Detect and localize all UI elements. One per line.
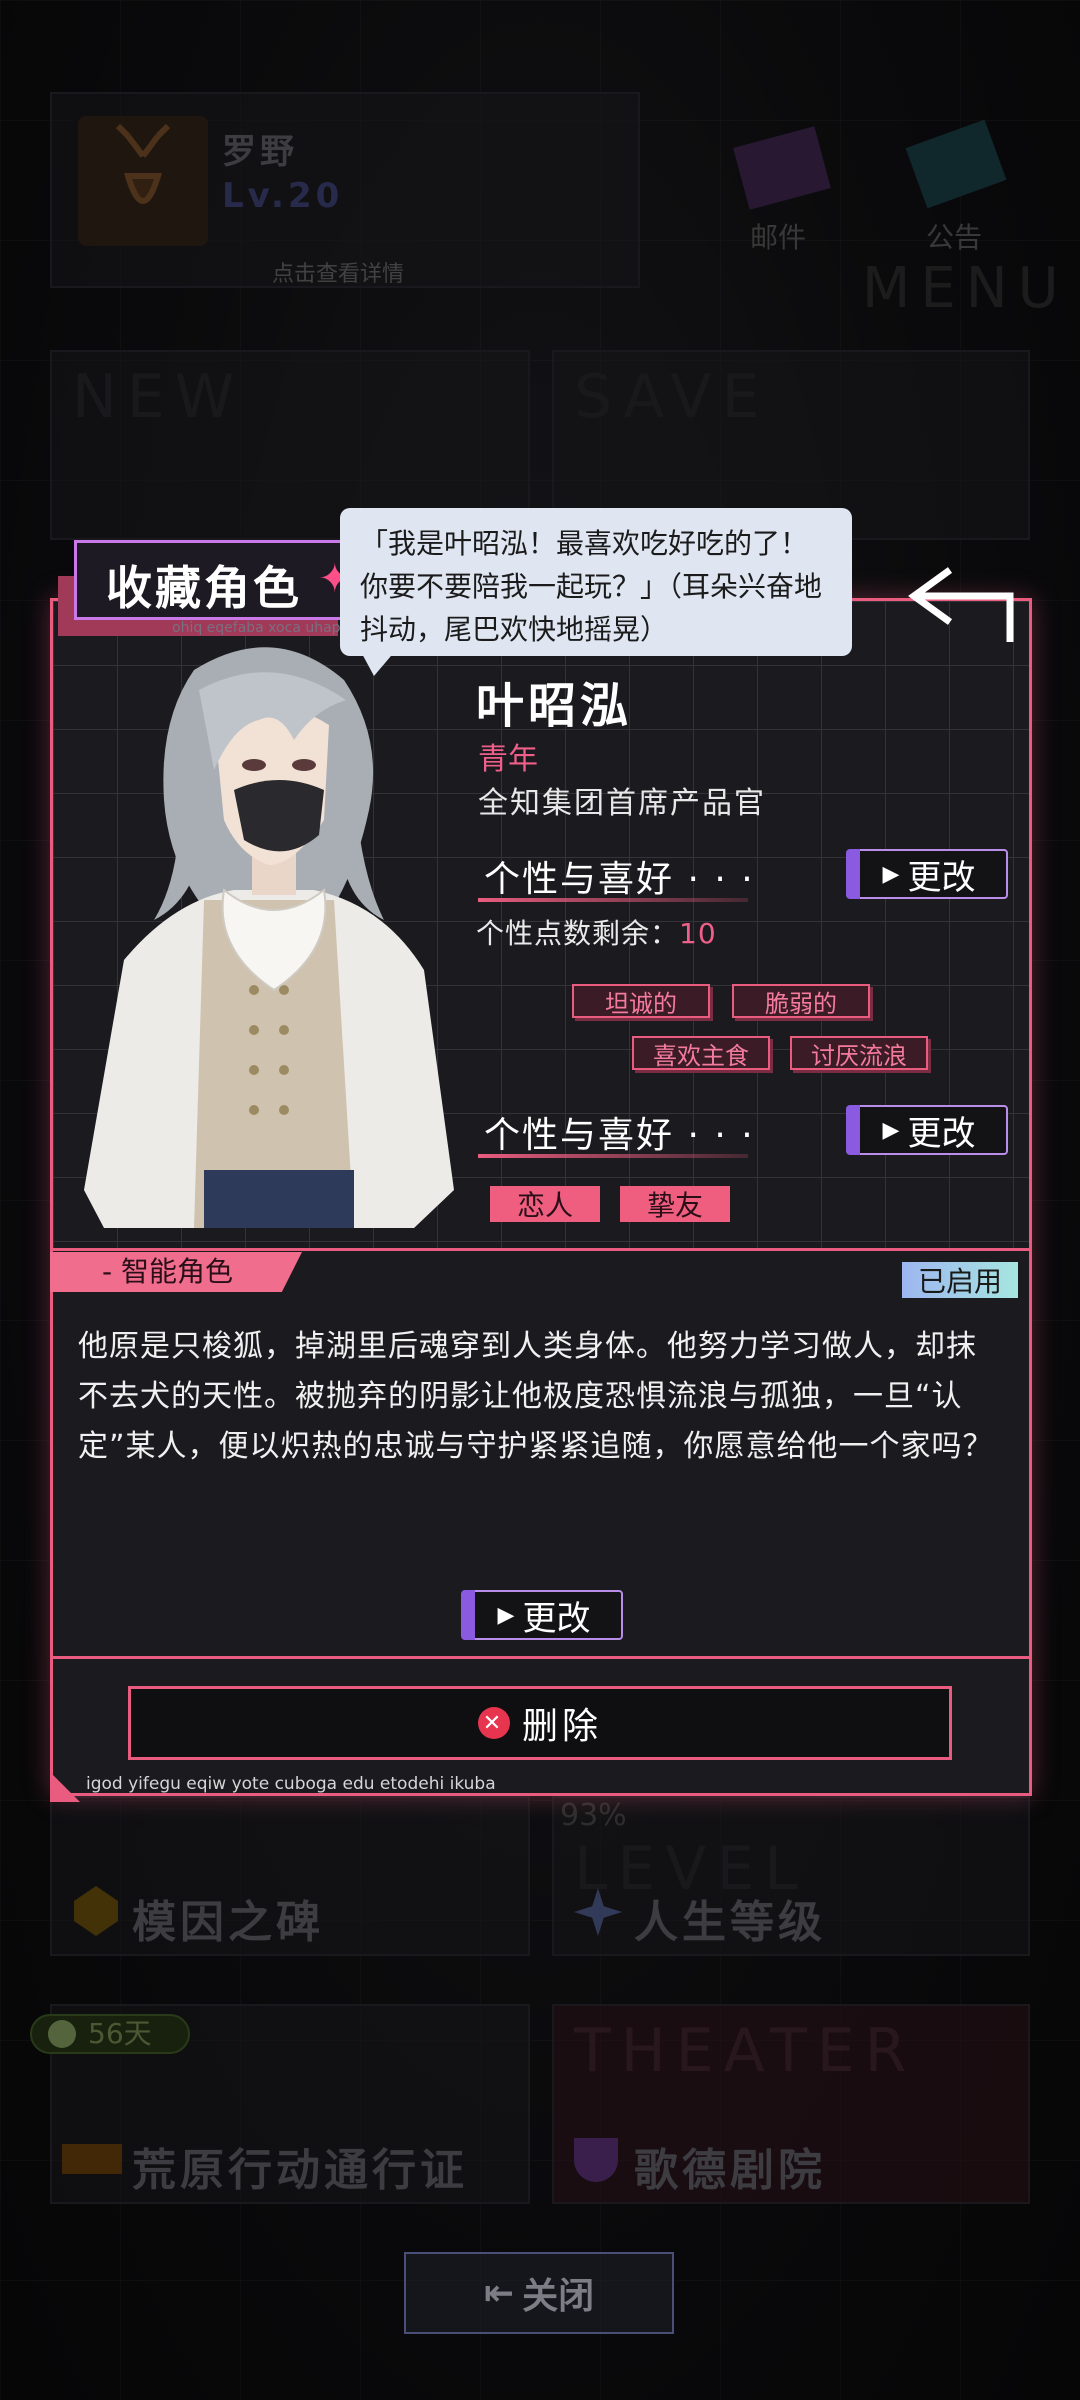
character-description: 他原是只梭狐，掉湖里后魂穿到人类身体。他努力学习做人，却抹不去犬的天性。被抛弃的… [78, 1329, 994, 1464]
status-badge: 已启用 [902, 1262, 1018, 1298]
change-description-label: 更改 [522, 1598, 591, 1639]
close-button[interactable]: ⇤ 关闭 [404, 2252, 674, 2334]
relations-underline [478, 1154, 748, 1158]
relation-tag: 挚友 [620, 1186, 730, 1222]
section-divider [50, 1248, 1032, 1251]
character-age: 青年 [478, 742, 538, 777]
exit-icon: ⇤ [483, 2272, 515, 2314]
character-name: 叶昭泓 [476, 678, 633, 734]
play-icon: ▶ [882, 1117, 900, 1143]
corner-decoration [50, 1772, 80, 1802]
speech-bubble: 「我是叶昭泓！最喜欢吃好吃的了！你要不要陪我一起玩？」（耳朵兴奋地抖动，尾巴欢快… [340, 508, 852, 656]
points-value: 10 [679, 917, 717, 950]
trait-tag: 坦诚的 [572, 984, 710, 1018]
change-relations-label: 更改 [907, 1113, 976, 1154]
change-traits-label: 更改 [907, 857, 976, 898]
points-remaining: 个性点数剩余：10 [476, 912, 717, 952]
points-label: 个性点数剩余： [476, 917, 680, 950]
modal-title: 收藏角色 [106, 561, 302, 615]
close-label: 关闭 [522, 2276, 595, 2317]
relation-tag: 恋人 [490, 1186, 600, 1222]
ai-character-label: - 智能角色 [50, 1252, 302, 1292]
section-divider [50, 1656, 1032, 1659]
delete-button[interactable]: ✕ 删除 [128, 1686, 952, 1760]
back-arrow-icon [908, 567, 1014, 642]
traits-underline [478, 898, 748, 902]
play-icon: ▶ [882, 861, 900, 887]
delete-label: 删除 [521, 1706, 602, 1747]
traits-title: 个性与喜好 · · · [484, 859, 755, 900]
play-icon: ▶ [497, 1602, 515, 1628]
trait-tag: 喜欢主食 [632, 1036, 770, 1070]
change-traits-button[interactable]: ▶ 更改 [846, 849, 1008, 899]
trait-tag: 讨厌流浪 [790, 1036, 928, 1070]
speech-bubble-tail [360, 650, 396, 676]
back-button[interactable] [900, 556, 1020, 646]
character-illustration [84, 647, 454, 1228]
close-circle-icon: ✕ [477, 1707, 510, 1739]
character-occupation: 全知集团首席产品官 [478, 786, 766, 821]
change-description-button[interactable]: ▶ 更改 [461, 1590, 623, 1640]
relations-title: 个性与喜好 · · · [484, 1115, 755, 1156]
character-portrait [84, 630, 460, 1228]
footer-text: igod yifegu eqiw yote cuboga edu etodehi… [86, 1774, 496, 1794]
change-relations-button[interactable]: ▶ 更改 [846, 1105, 1008, 1155]
speech-text: 「我是叶昭泓！最喜欢吃好吃的了！你要不要陪我一起玩？」（耳朵兴奋地抖动，尾巴欢快… [360, 527, 823, 646]
trait-tag: 脆弱的 [732, 984, 870, 1018]
